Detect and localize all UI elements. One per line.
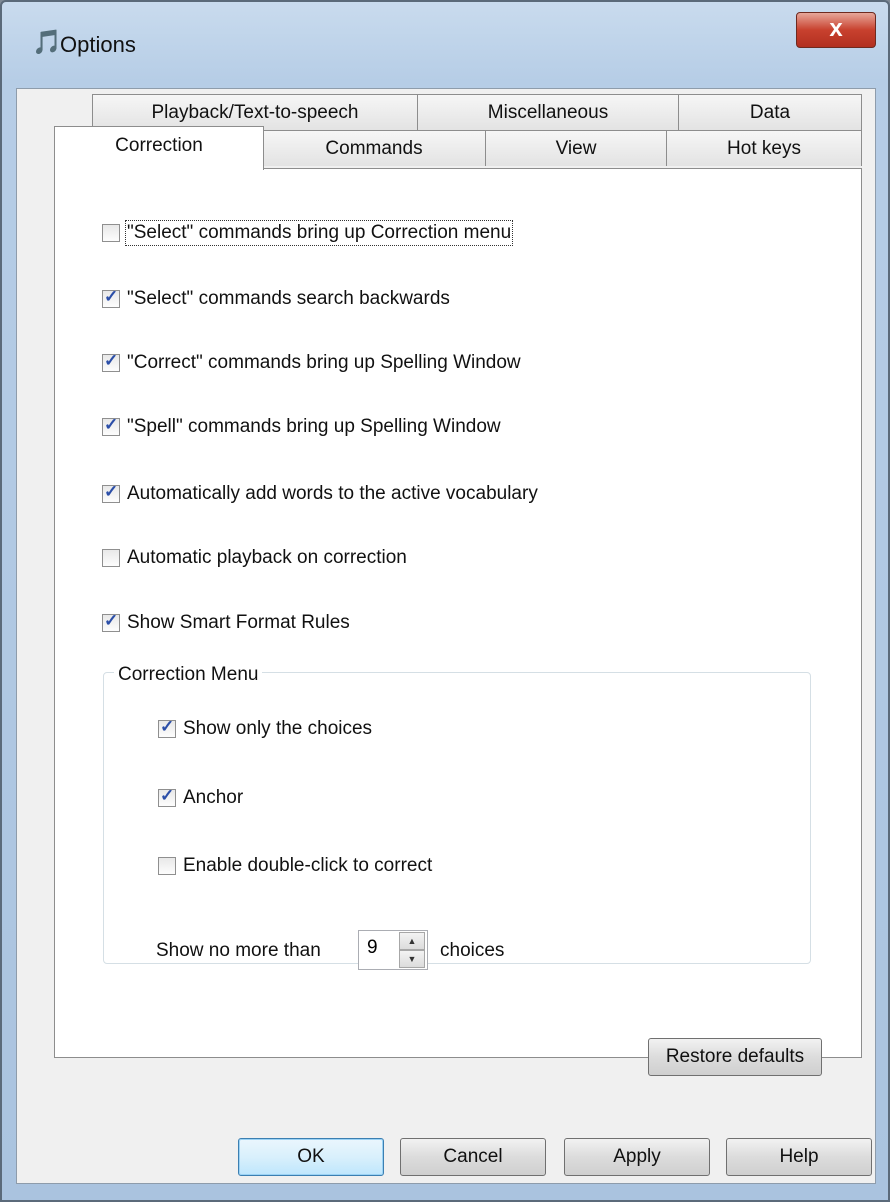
option-label: Show Smart Format Rules [127,612,350,633]
option-label: Automatic playback on correction [127,547,407,568]
option-label: "Select" commands search backwards [127,288,450,309]
option-label: "Select" commands bring up Correction me… [124,220,514,246]
show-no-more-than-label: Show no more than [156,940,321,961]
option-anchor[interactable]: Anchor [158,786,244,809]
option-select-search-backwards[interactable]: "Select" commands search backwards [102,287,450,310]
checkbox[interactable] [158,786,176,807]
ok-button[interactable]: OK [238,1138,384,1176]
checkbox[interactable] [158,717,176,738]
options-window: 🎵 Options x Playback/Text-to-speech Misc… [0,0,890,1202]
checkbox[interactable] [102,287,120,308]
option-show-only-choices[interactable]: Show only the choices [158,717,373,740]
option-smart-format-rules[interactable]: Show Smart Format Rules [102,611,350,634]
spin-down-icon[interactable]: ▼ [399,950,425,968]
option-label: "Correct" commands bring up Spelling Win… [127,352,521,373]
tab-commands[interactable]: Commands [262,130,486,166]
tab-hot-keys[interactable]: Hot keys [666,130,862,166]
option-correct-spelling-window[interactable]: "Correct" commands bring up Spelling Win… [102,351,521,374]
tab-playback[interactable]: Playback/Text-to-speech [92,94,418,130]
checkbox[interactable] [158,857,176,875]
choices-label: choices [440,940,505,961]
checkbox[interactable] [102,611,120,632]
option-auto-add-words[interactable]: Automatically add words to the active vo… [102,482,538,505]
option-auto-playback[interactable]: Automatic playback on correction [102,547,407,569]
checkbox[interactable] [102,549,120,567]
checkbox[interactable] [102,482,120,503]
checkbox[interactable] [102,351,120,372]
tab-correction[interactable]: Correction [54,126,264,170]
option-select-correction-menu[interactable]: "Select" commands bring up Correction me… [102,220,514,246]
correction-menu-group [103,672,811,964]
spin-up-icon[interactable]: ▲ [399,932,425,950]
option-label: Show only the choices [183,718,373,739]
cancel-button[interactable]: Cancel [400,1138,546,1176]
option-double-click-correct[interactable]: Enable double-click to correct [158,855,432,877]
tab-miscellaneous[interactable]: Miscellaneous [417,94,679,130]
close-button[interactable]: x [796,12,876,48]
option-label: Automatically add words to the active vo… [127,483,538,504]
choices-value[interactable]: 9 [367,937,378,959]
option-spell-spelling-window[interactable]: "Spell" commands bring up Spelling Windo… [102,415,501,438]
option-label: "Spell" commands bring up Spelling Windo… [127,416,501,437]
group-title: Correction Menu [114,664,263,686]
tab-data[interactable]: Data [678,94,862,130]
title-bar: 🎵 Options x [2,2,888,88]
checkbox[interactable] [102,224,120,242]
option-label: Anchor [183,787,244,808]
checkbox[interactable] [102,415,120,436]
tab-view[interactable]: View [485,130,667,166]
window-title: Options [60,32,136,57]
apply-button[interactable]: Apply [564,1138,710,1176]
option-label: Enable double-click to correct [183,855,433,876]
restore-defaults-button[interactable]: Restore defaults [648,1038,822,1076]
help-button[interactable]: Help [726,1138,872,1176]
app-icon: 🎵 [32,29,62,56]
choices-spinner[interactable]: 9 ▲ ▼ [358,930,428,970]
